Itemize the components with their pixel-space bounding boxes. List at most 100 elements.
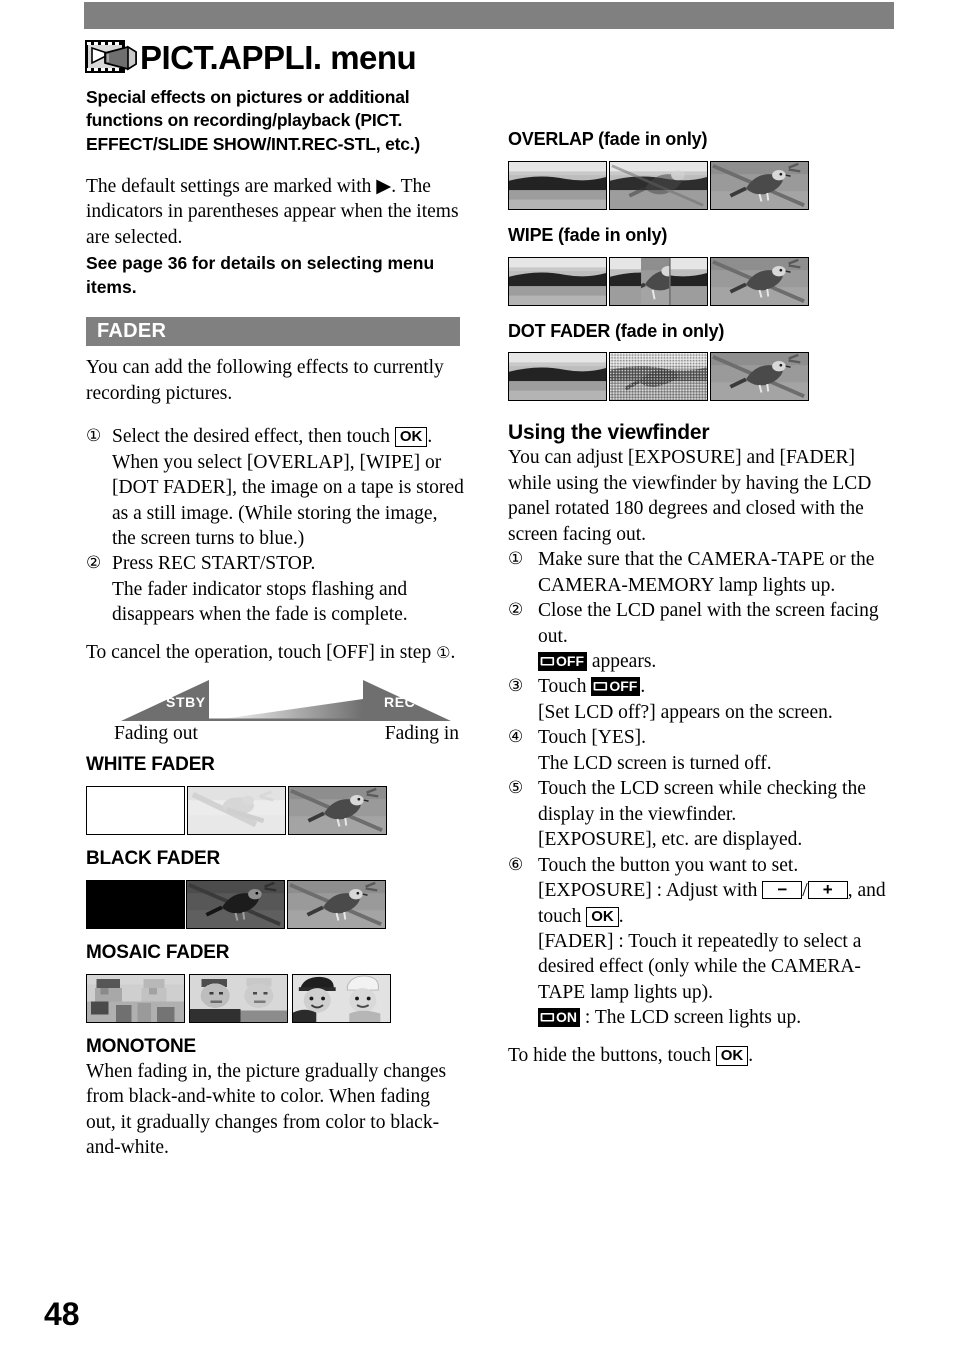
thumb-kids-normal	[292, 973, 391, 1023]
thumb-bird-normal	[710, 352, 809, 402]
intro-subhead: Special effects on pictures or additiona…	[86, 87, 421, 154]
viewfinder-step-2: ② Close the LCD panel with the screen fa…	[508, 598, 890, 649]
white-fader-label: WHITE FADER	[86, 754, 215, 776]
ok-key[interactable]: OK	[715, 1045, 749, 1066]
hide-buttons-note: To hide the buttons, touch OK.	[508, 1044, 754, 1066]
step-text: Touch [YES].	[538, 727, 647, 749]
step-number: ①	[86, 426, 102, 447]
overlap-frames	[508, 160, 890, 210]
step-number: ⑥	[508, 854, 524, 875]
thumb-bird-normal	[288, 786, 387, 836]
viewfinder-step-6-lcdon: ON : The LCD screen lights up.	[508, 1005, 890, 1030]
lcdon-text-after: : The LCD screen lights up.	[580, 1007, 802, 1029]
viewfinder-step-3-detail: [Set LCD off?] appears on the screen.	[538, 701, 833, 723]
fader-step-1: ① Select the desired effect, then touch …	[86, 424, 464, 450]
viewfinder-step-1: ① Make sure that the CAMERA-TAPE or the …	[508, 547, 890, 598]
monotone-label: MONOTONE	[86, 1035, 196, 1057]
black-fader-label: BLACK FADER	[86, 848, 220, 870]
viewfinder-step-4: ④ Touch [YES].	[508, 725, 890, 751]
ok-key[interactable]: OK	[394, 427, 428, 448]
fader-diagram-captions: Fading out Fading in	[114, 723, 459, 751]
minus-key[interactable]: −	[762, 881, 803, 900]
thumb-landscape-bird-wipe	[609, 256, 708, 306]
period: .	[640, 676, 646, 698]
monotone-text: When fading in, the picture gradually ch…	[86, 1060, 447, 1159]
page-number: 48	[44, 1296, 80, 1332]
thumb-kids-mosaic-fine	[189, 973, 288, 1023]
thumb-kids-mosaic-coarse	[86, 973, 185, 1023]
thumb-bird-dark	[186, 880, 285, 930]
step-text-after: .	[427, 426, 433, 448]
step-number: ②	[86, 553, 102, 574]
viewfinder-step-4-detail: The LCD screen is turned off.	[538, 752, 772, 774]
wipe-label: WIPE (fade in only)	[508, 224, 668, 245]
document-page: PICT.APPLI. menu Special effects on pict…	[0, 0, 954, 1357]
wipe-frames	[508, 256, 890, 306]
page-title: PICT.APPLI. menu	[84, 36, 417, 78]
step-number: ④	[508, 727, 524, 748]
white-fader-frames	[86, 786, 464, 836]
thumb-black-blank	[86, 880, 185, 930]
svg-text:STBY: STBY	[166, 694, 206, 710]
lcd-screen-icon	[593, 679, 608, 691]
right-column: OVERLAP (fade in only) WIPE (fade in onl…	[508, 129, 890, 1068]
left-column: Special effects on pictures or additiona…	[86, 86, 464, 1161]
viewfinder-step-6-fader: [FADER] : Touch it repeatedly to select …	[538, 930, 862, 1003]
exposure-text-end: .	[618, 905, 624, 927]
thumb-landscape	[508, 256, 607, 306]
fader-intro: You can add the following effects to cur…	[86, 357, 444, 404]
thumb-white-blank	[86, 786, 185, 836]
step-text: Touch the LCD screen while checking the …	[538, 778, 866, 825]
fader-step-2: ② Press REC START/STOP.	[86, 551, 464, 577]
viewfinder-step-2-detail: OFF appears.	[508, 649, 890, 674]
fader-cancel-note: To cancel the operation, touch [OFF] in …	[86, 641, 456, 663]
step-text: Touch	[538, 676, 592, 698]
ok-key[interactable]: OK	[586, 906, 619, 927]
step-number: ②	[508, 600, 524, 621]
svg-text:REC: REC	[384, 694, 415, 710]
step-text: Touch the button you want to set.	[538, 854, 799, 876]
fader-transition-diagram: STBY REC	[121, 677, 451, 723]
thumb-bird-dots	[609, 352, 708, 402]
plus-key[interactable]: +	[807, 881, 848, 900]
step-text: Press REC START/STOP.	[112, 553, 316, 575]
step-number: ⑤	[508, 778, 524, 799]
viewfinder-step-5: ⑤ Touch the LCD screen while checking th…	[508, 776, 890, 827]
header-band	[84, 2, 894, 29]
lcd-off-badge: OFF	[538, 651, 587, 671]
thumb-bird-washed-out	[187, 786, 286, 836]
dot-fader-frames	[508, 352, 890, 402]
viewfinder-step-5-detail: [EXPOSURE], etc. are displayed.	[538, 829, 803, 851]
step-text: Close the LCD panel with the screen faci…	[538, 600, 879, 647]
step-number: ①	[508, 549, 524, 570]
overlap-label: OVERLAP (fade in only)	[508, 129, 708, 149]
lcd-screen-icon	[540, 1010, 555, 1022]
fader-step-1-detail: When you select [OVERLAP], [WIPE] or [DO…	[112, 451, 464, 550]
viewfinder-step-6: ⑥ Touch the button you want to set.	[508, 853, 890, 879]
mosaic-fader-frames	[86, 973, 464, 1023]
lcd-off-button[interactable]: OFF	[591, 677, 641, 697]
lcd-off-text: OFF	[556, 652, 584, 669]
thumb-bird-normal	[710, 160, 809, 210]
step-text: Select the desired effect, then touch	[112, 426, 395, 448]
exposure-text-before: [EXPOSURE] : Adjust with	[538, 880, 763, 902]
fading-in-label: Fading in	[384, 723, 459, 745]
lcd-on-text: ON	[556, 1009, 577, 1026]
thumb-landscape	[508, 160, 607, 210]
fader-step-2-detail: The fader indicator stops flashing and d…	[112, 578, 408, 626]
viewfinder-step-6-exposure: [EXPOSURE] : Adjust with − / +, and touch …	[508, 878, 890, 929]
mosaic-fader-label: MOSAIC FADER	[86, 942, 230, 964]
thumb-bird-normal	[710, 256, 809, 306]
intro-paragraph: The default settings are marked with ▶. …	[86, 175, 459, 248]
thumb-landscape	[508, 352, 607, 402]
fader-section-bar: FADER	[86, 317, 460, 347]
intro-bold-note: See page 36 for details on selecting men…	[86, 253, 435, 297]
fading-out-label: Fading out	[114, 723, 198, 745]
viewfinder-heading: Using the viewfinder	[508, 421, 710, 445]
viewfinder-step-3: ③ Touch OFF.	[508, 674, 890, 700]
viewfinder-intro: You can adjust [EXPOSURE] and [FADER] wh…	[508, 447, 872, 545]
lcd-on-button[interactable]: ON	[538, 1008, 580, 1028]
film-camcorder-icon	[84, 36, 142, 78]
dot-fader-label: DOT FADER (fade in only)	[508, 320, 725, 341]
step-detail-text: appears.	[587, 650, 657, 672]
